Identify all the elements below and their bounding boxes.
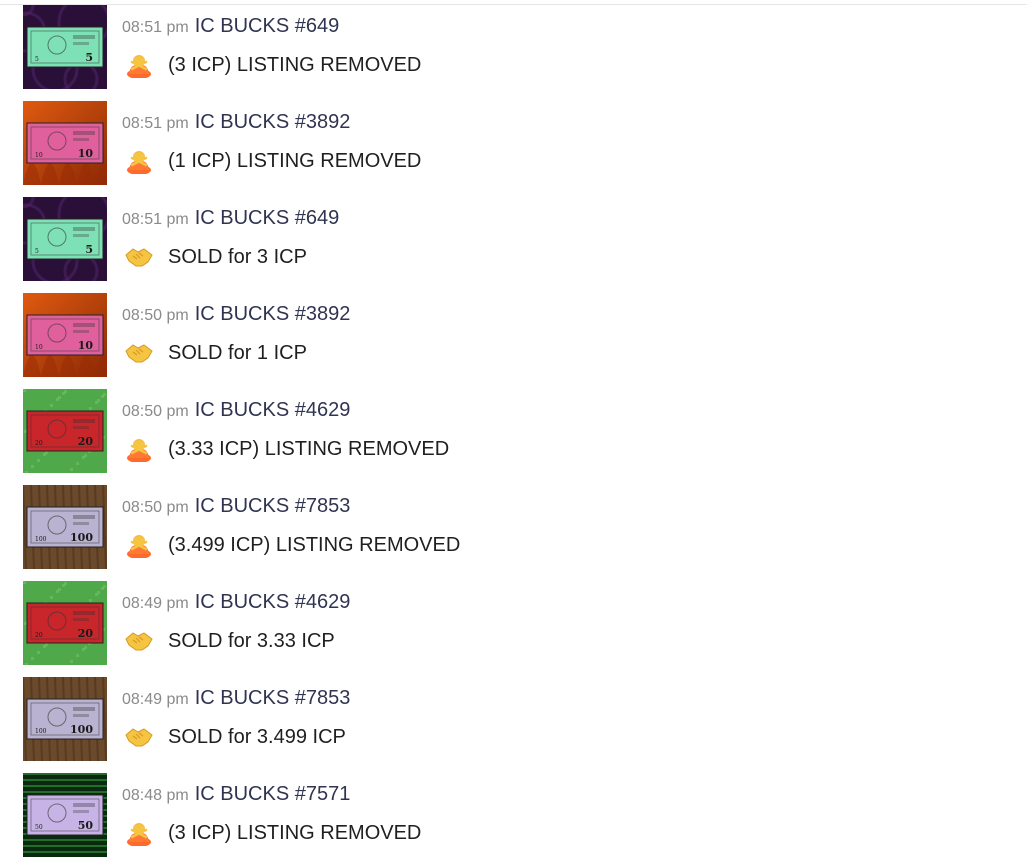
event-time: 08:50 pm bbox=[122, 403, 189, 420]
svg-text:20: 20 bbox=[78, 435, 94, 448]
svg-text:20: 20 bbox=[35, 632, 43, 639]
svg-text:10: 10 bbox=[78, 147, 94, 160]
nft-title-link[interactable]: IC BUCKS #7853 bbox=[195, 495, 351, 517]
event-action: (3 ICP) LISTING REMOVED bbox=[168, 53, 422, 76]
nft-title-link[interactable]: IC BUCKS #3892 bbox=[195, 303, 351, 325]
event-action: SOLD for 3 ICP bbox=[168, 245, 307, 268]
handshake-icon bbox=[124, 340, 154, 366]
feed-item[interactable]: 5 5 08:51 pm IC BUCKS #649 (3 ICP) LISTIN… bbox=[23, 5, 1003, 89]
feed-item[interactable]: 10 10 08:51 pm IC BUCKS #3892 (1 ICP) LIS… bbox=[23, 101, 1003, 185]
nft-thumbnail[interactable]: 10 10 bbox=[23, 101, 107, 185]
feed-item[interactable]: 20 20 08:50 pm IC BUCKS #4629 (3.33 ICP) … bbox=[23, 389, 1003, 473]
nft-title-link[interactable]: IC BUCKS #4629 bbox=[195, 591, 351, 613]
handshake-icon bbox=[124, 724, 154, 750]
nft-thumbnail[interactable]: 20 20 bbox=[23, 581, 107, 665]
svg-text:5: 5 bbox=[85, 243, 93, 256]
svg-text:5: 5 bbox=[35, 56, 39, 63]
event-action: (1 ICP) LISTING REMOVED bbox=[168, 149, 422, 172]
event-action: SOLD for 3.33 ICP bbox=[168, 629, 335, 652]
nft-title-link[interactable]: IC BUCKS #7571 bbox=[195, 783, 351, 805]
nft-title-link[interactable]: IC BUCKS #3892 bbox=[195, 111, 351, 133]
person-gesturing-no-icon bbox=[124, 532, 154, 559]
person-gesturing-no-icon bbox=[124, 148, 154, 175]
event-action: (3.33 ICP) LISTING REMOVED bbox=[168, 437, 450, 460]
handshake-icon bbox=[124, 628, 154, 654]
svg-text:50: 50 bbox=[78, 819, 94, 832]
nft-title-link[interactable]: IC BUCKS #7853 bbox=[195, 687, 351, 709]
svg-text:10: 10 bbox=[78, 339, 94, 352]
nft-thumbnail[interactable]: 20 20 bbox=[23, 389, 107, 473]
event-time: 08:48 pm bbox=[122, 787, 189, 804]
svg-text:10: 10 bbox=[35, 344, 43, 351]
svg-text:100: 100 bbox=[35, 536, 47, 543]
svg-text:20: 20 bbox=[35, 440, 43, 447]
nft-title-link[interactable]: IC BUCKS #4629 bbox=[195, 399, 351, 421]
nft-title-link[interactable]: IC BUCKS #649 bbox=[195, 207, 340, 229]
feed-item[interactable]: 100 100 08:49 pm IC BUCKS #7853 SOLD for … bbox=[23, 677, 1003, 761]
nft-thumbnail[interactable]: 5 5 bbox=[23, 197, 107, 281]
feed-item[interactable]: 10 10 08:50 pm IC BUCKS #3892 SOLD for 1 … bbox=[23, 293, 1003, 377]
person-gesturing-no-icon bbox=[124, 820, 154, 847]
event-time: 08:49 pm bbox=[122, 595, 189, 612]
person-gesturing-no-icon bbox=[124, 436, 154, 463]
event-time: 08:50 pm bbox=[122, 307, 189, 324]
svg-text:20: 20 bbox=[78, 627, 94, 640]
feed-item[interactable]: 50 50 08:48 pm IC BUCKS #7571 (3 ICP) LIS… bbox=[23, 773, 1003, 857]
nft-thumbnail[interactable]: 100 100 bbox=[23, 677, 107, 761]
event-time: 08:50 pm bbox=[122, 499, 189, 516]
feed-item[interactable]: 100 100 08:50 pm IC BUCKS #7853 (3.499 IC… bbox=[23, 485, 1003, 569]
event-action: (3 ICP) LISTING REMOVED bbox=[168, 821, 422, 844]
svg-text:100: 100 bbox=[70, 723, 93, 736]
svg-text:50: 50 bbox=[35, 824, 43, 831]
event-time: 08:51 pm bbox=[122, 19, 189, 36]
event-action: (3.499 ICP) LISTING REMOVED bbox=[168, 533, 461, 556]
event-action: SOLD for 1 ICP bbox=[168, 341, 307, 364]
nft-title-link[interactable]: IC BUCKS #649 bbox=[195, 15, 340, 37]
nft-thumbnail[interactable]: 100 100 bbox=[23, 485, 107, 569]
svg-text:10: 10 bbox=[35, 152, 43, 159]
svg-text:5: 5 bbox=[85, 51, 93, 64]
event-time: 08:51 pm bbox=[122, 115, 189, 132]
person-gesturing-no-icon bbox=[124, 52, 154, 79]
event-time: 08:51 pm bbox=[122, 211, 189, 228]
feed-item[interactable]: 5 5 08:51 pm IC BUCKS #649 SOLD for 3 ICP bbox=[23, 197, 1003, 281]
svg-text:5: 5 bbox=[35, 248, 39, 255]
nft-thumbnail[interactable]: 50 50 bbox=[23, 773, 107, 857]
event-time: 08:49 pm bbox=[122, 691, 189, 708]
nft-thumbnail[interactable]: 5 5 bbox=[23, 5, 107, 89]
svg-text:100: 100 bbox=[70, 531, 93, 544]
svg-text:100: 100 bbox=[35, 728, 47, 735]
handshake-icon bbox=[124, 244, 154, 270]
nft-thumbnail[interactable]: 10 10 bbox=[23, 293, 107, 377]
feed-item[interactable]: 20 20 08:49 pm IC BUCKS #4629 SOLD for 3.… bbox=[23, 581, 1003, 665]
event-action: SOLD for 3.499 ICP bbox=[168, 725, 346, 748]
